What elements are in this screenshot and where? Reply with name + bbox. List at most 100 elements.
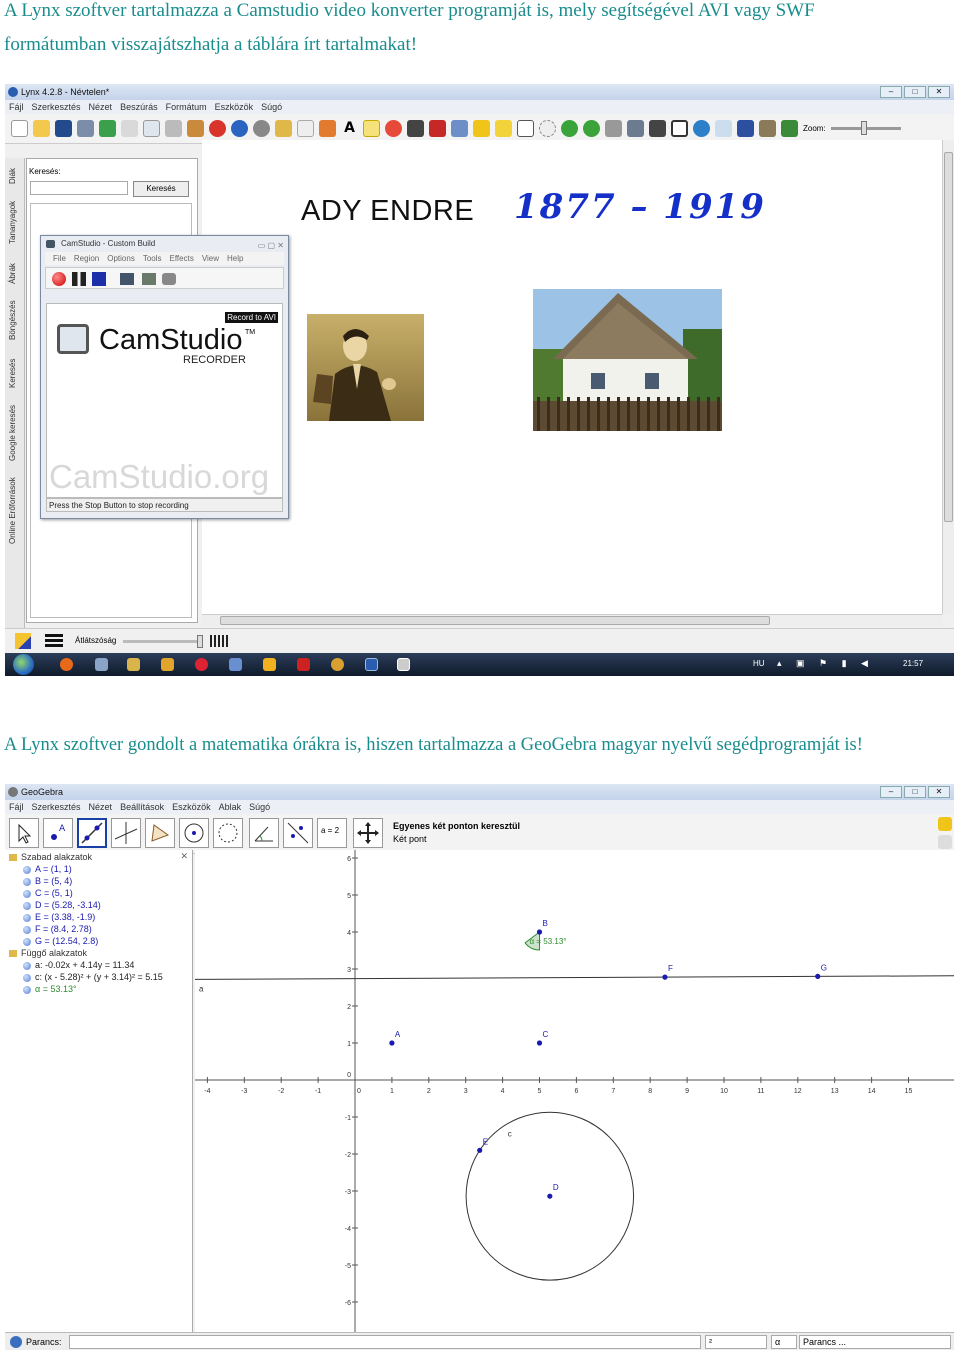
new-icon[interactable]: [11, 120, 28, 137]
move-view-tool-icon[interactable]: [353, 818, 383, 848]
options-icon[interactable]: [142, 273, 156, 285]
object-G[interactable]: G = (12.54, 2.8): [35, 936, 98, 946]
camstudio-win-buttons[interactable]: ▭ ▢ ✕: [258, 238, 284, 254]
graphics-svg[interactable]: -4 -3 -2 -1 0 1 2 3 4 5 6 7 8 9 10 11 12 13 14 156543210-1-…: [195, 850, 954, 1332]
gg-menu-tools[interactable]: Eszközök: [172, 800, 211, 814]
menu-tools[interactable]: Eszközök: [215, 100, 254, 114]
calculator-icon[interactable]: [627, 120, 644, 137]
app-icon-6[interactable]: [229, 658, 242, 671]
paste-icon[interactable]: [187, 120, 204, 137]
camera-icon[interactable]: [759, 120, 776, 137]
point-tool-icon[interactable]: A: [43, 818, 73, 848]
app-icon-9[interactable]: [331, 658, 344, 671]
object-visibility-icon[interactable]: [23, 902, 31, 910]
perpendicular-tool-icon[interactable]: [111, 818, 141, 848]
menu-format[interactable]: Formátum: [166, 100, 207, 114]
cam-menu-tools[interactable]: Tools: [143, 252, 162, 265]
line-tool-icon[interactable]: [77, 818, 107, 848]
search-input[interactable]: [30, 181, 128, 195]
object-B[interactable]: B = (5, 4): [35, 876, 72, 886]
arrow-icon[interactable]: [737, 120, 754, 137]
gg-menu-file[interactable]: Fájl: [9, 800, 24, 814]
cam-menu-help[interactable]: Help: [227, 252, 243, 265]
help-icon[interactable]: [10, 1336, 22, 1348]
gg-close-button[interactable]: ✕: [928, 786, 950, 798]
save-icon[interactable]: [55, 120, 72, 137]
tab-slides[interactable]: Diák: [8, 168, 17, 184]
command-input[interactable]: [69, 1335, 701, 1349]
eraser-icon[interactable]: [451, 120, 468, 137]
text-icon[interactable]: A: [341, 120, 358, 137]
angle-tool-icon[interactable]: [249, 818, 279, 848]
line-icon[interactable]: [407, 120, 424, 137]
tab-google-search[interactable]: Google keresés: [8, 405, 17, 461]
tab-images[interactable]: Ábrák: [8, 263, 17, 284]
language-indicator[interactable]: HU: [753, 659, 765, 668]
close-button[interactable]: ✕: [928, 86, 950, 98]
reflect-tool-icon[interactable]: [283, 818, 313, 848]
tab-online-resources[interactable]: Online Erőforrások: [8, 477, 17, 544]
object-visibility-icon[interactable]: [23, 890, 31, 898]
pen-icon[interactable]: [319, 120, 336, 137]
start-button[interactable]: [13, 654, 34, 675]
symbol-select[interactable]: ²: [705, 1335, 767, 1349]
globe-icon[interactable]: [693, 120, 710, 137]
undo-icon[interactable]: [938, 817, 952, 831]
fill-icon[interactable]: [429, 120, 446, 137]
crop-icon[interactable]: [517, 120, 534, 137]
circle-tool-icon[interactable]: [179, 818, 209, 848]
move-tool-icon[interactable]: [9, 818, 39, 848]
reveal-icon[interactable]: [275, 120, 292, 137]
object-line-a[interactable]: a: -0.02x + 4.14y = 11.34: [35, 960, 134, 970]
object-visibility-icon[interactable]: [23, 914, 31, 922]
open-icon[interactable]: [33, 120, 50, 137]
app-icon-2[interactable]: [95, 658, 108, 671]
object-circle-c[interactable]: c: (x - 5.28)² + (y + 3.14)² = 5.15: [35, 972, 163, 982]
camstudio-window[interactable]: CamStudio - Custom Build ▭ ▢ ✕ File Regi…: [40, 235, 289, 519]
menu-insert[interactable]: Beszúrás: [120, 100, 158, 114]
zoom-slider[interactable]: [830, 121, 901, 135]
explorer-icon[interactable]: [127, 658, 140, 671]
attach-icon[interactable]: [121, 120, 138, 137]
app-icon-7[interactable]: [263, 658, 276, 671]
polygon-tool-icon[interactable]: [145, 818, 175, 848]
select-icon[interactable]: [297, 120, 314, 137]
gg-menu-window[interactable]: Ablak: [219, 800, 242, 814]
command-select[interactable]: Parancs ...: [799, 1335, 951, 1349]
gg-maximize-button[interactable]: □: [904, 786, 926, 798]
redo-icon[interactable]: [253, 120, 270, 137]
object-visibility-icon[interactable]: [23, 986, 31, 994]
maximize-button[interactable]: □: [904, 86, 926, 98]
lynx-task-icon[interactable]: [365, 658, 378, 671]
pause-icon[interactable]: [72, 272, 86, 286]
region-icon[interactable]: [120, 273, 134, 285]
shapes-icon[interactable]: [385, 120, 402, 137]
minimize-button[interactable]: –: [880, 86, 902, 98]
object-visibility-icon[interactable]: [23, 938, 31, 946]
menu-edit[interactable]: Szerkesztés: [32, 100, 81, 114]
tab-browse[interactable]: Böngészés: [8, 300, 17, 340]
menu-file[interactable]: Fájl: [9, 100, 24, 114]
vertical-scrollbar[interactable]: [942, 140, 954, 614]
transparency-slider[interactable]: [123, 635, 203, 648]
gg-menu-settings[interactable]: Beállítások: [120, 800, 164, 814]
gg-menu-edit[interactable]: Szerkesztés: [32, 800, 81, 814]
app-icon-5[interactable]: [195, 658, 208, 671]
forward-icon[interactable]: [583, 120, 600, 137]
object-F[interactable]: F = (8.4, 2.78): [35, 924, 92, 934]
menu-view[interactable]: Nézet: [89, 100, 113, 114]
object-visibility-icon[interactable]: [23, 926, 31, 934]
timer-icon[interactable]: [605, 120, 622, 137]
object-visibility-icon[interactable]: [23, 962, 31, 970]
tab-search[interactable]: Keresés: [8, 359, 17, 388]
record-icon[interactable]: [52, 272, 66, 286]
pen-color-icon[interactable]: [15, 633, 31, 649]
graphics-view[interactable]: -4 -3 -2 -1 0 1 2 3 4 5 6 7 8 9 10 11 12 13 14 15 6 5 4 3 2 1 0 -1-…: [195, 850, 954, 1332]
object-C[interactable]: C = (5, 1): [35, 888, 73, 898]
cam-menu-file[interactable]: File: [53, 252, 66, 265]
object-visibility-icon[interactable]: [23, 878, 31, 886]
object-angle-alpha[interactable]: α = 53.13°: [35, 984, 77, 994]
pattern-icon[interactable]: [210, 635, 228, 647]
marker-icon[interactable]: [473, 120, 490, 137]
delete-icon[interactable]: [209, 120, 226, 137]
